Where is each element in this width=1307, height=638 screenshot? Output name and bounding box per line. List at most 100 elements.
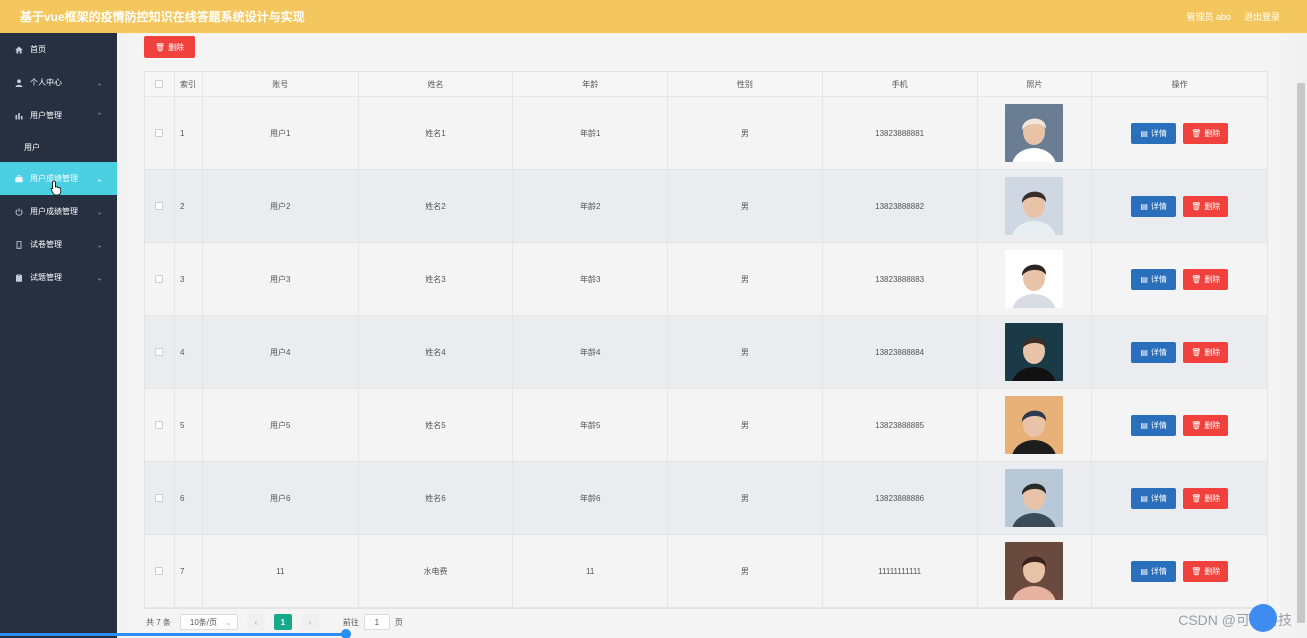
- cell-account: 用户1: [203, 97, 359, 169]
- page-number-current[interactable]: 1: [273, 614, 292, 630]
- column-header-name: 姓名: [359, 72, 514, 96]
- power-icon: [15, 207, 23, 216]
- home-icon: [15, 46, 23, 54]
- cell-phone: 13823888885: [823, 389, 978, 461]
- sidebar-item-user-management[interactable]: 用户管理 ⌃: [0, 99, 117, 132]
- column-header-phone: 手机: [823, 72, 978, 96]
- sidebar-item-label: 用户成绩管理: [30, 207, 78, 216]
- phone-icon: [15, 240, 23, 249]
- detail-button[interactable]: ▤ 详情: [1131, 560, 1177, 582]
- cell-account: 用户2: [203, 170, 359, 242]
- row-checkbox[interactable]: [155, 567, 164, 575]
- cell-account: 11: [203, 535, 359, 607]
- row-checkbox[interactable]: [155, 421, 164, 429]
- cell-name: 姓名2: [359, 170, 514, 242]
- trash-icon: 🗑: [1191, 201, 1202, 211]
- sidebar-item-home[interactable]: 首页: [0, 33, 117, 66]
- row-checkbox[interactable]: [155, 494, 164, 502]
- hand-cursor-icon: [50, 180, 62, 196]
- table-row: 2 用户2 姓名2 年龄2 男 13823888882 ▤ 详情 🗑 删除: [145, 170, 1267, 243]
- trash-icon: 🗑: [1191, 274, 1202, 284]
- sidebar-item-questions[interactable]: 试题管理 ⌄: [0, 261, 117, 294]
- detail-button[interactable]: ▤ 详情: [1131, 268, 1177, 290]
- vertical-scrollbar[interactable]: [1295, 33, 1307, 638]
- user-photo[interactable]: [1005, 250, 1064, 308]
- cell-name: 水电费: [359, 535, 514, 607]
- delete-button[interactable]: 🗑 删除: [1183, 195, 1229, 217]
- cell-index: 3: [175, 243, 203, 315]
- cell-index: 4: [175, 316, 203, 388]
- cell-name: 姓名1: [359, 97, 514, 169]
- delete-button[interactable]: 🗑 删除: [1183, 487, 1229, 509]
- column-header-photo: 照片: [978, 72, 1093, 96]
- cell-account: 用户5: [203, 389, 359, 461]
- chevron-down-icon: ⌄: [96, 207, 103, 216]
- floating-action-button[interactable]: [1249, 604, 1277, 632]
- logout-link[interactable]: 退出登录: [1244, 10, 1280, 23]
- cell-sex: 男: [668, 243, 823, 315]
- delete-button[interactable]: 🗑 删除: [1183, 122, 1229, 144]
- cell-age: 年龄3: [513, 243, 669, 315]
- trash-icon: 🗑: [1191, 347, 1202, 357]
- cell-index: 6: [175, 462, 203, 534]
- trash-icon: 🗑: [1191, 128, 1202, 138]
- user-photo[interactable]: [1005, 323, 1064, 381]
- document-icon: ▤: [1140, 274, 1148, 284]
- cell-phone: 13823888883: [823, 243, 978, 315]
- cell-sex: 男: [668, 462, 823, 534]
- row-checkbox[interactable]: [155, 129, 164, 137]
- cell-name: 姓名6: [359, 462, 514, 534]
- scrollbar-thumb[interactable]: [1297, 83, 1305, 623]
- sidebar-item-profile[interactable]: 个人中心 ⌄: [0, 66, 117, 99]
- select-all-checkbox[interactable]: [155, 80, 164, 88]
- delete-button[interactable]: 🗑 删除: [1183, 560, 1229, 582]
- detail-button[interactable]: ▤ 详情: [1131, 487, 1177, 509]
- sidebar-item-user-scores-2[interactable]: 用户成绩管理 ⌄: [0, 195, 117, 228]
- detail-button[interactable]: ▤ 详情: [1131, 341, 1177, 363]
- sidebar: 首页 个人中心 ⌄ 用户管理 ⌃ 用户 用户成绩管理 ⌄ 用户成绩管理 ⌄ 试卷…: [0, 33, 117, 638]
- detail-button[interactable]: ▤ 详情: [1131, 195, 1177, 217]
- user-photo[interactable]: [1005, 542, 1064, 600]
- prev-page-button[interactable]: ‹: [246, 614, 265, 630]
- sidebar-item-exam-papers[interactable]: 试卷管理 ⌄: [0, 228, 117, 261]
- document-icon: ▤: [1140, 420, 1148, 430]
- delete-button[interactable]: 🗑 删除: [1183, 268, 1229, 290]
- cell-account: 用户6: [203, 462, 359, 534]
- chevron-down-icon: ⌄: [96, 174, 103, 183]
- chevron-down-icon: ⌄: [225, 617, 232, 627]
- clipboard-icon: [15, 273, 23, 282]
- next-page-button[interactable]: ›: [300, 614, 319, 630]
- user-photo[interactable]: [1005, 104, 1064, 162]
- row-checkbox[interactable]: [155, 202, 164, 210]
- cell-index: 7: [175, 535, 203, 607]
- batch-delete-button[interactable]: 🗑 删除: [144, 36, 195, 58]
- page-size-select[interactable]: 10条/页 ⌄: [179, 614, 238, 630]
- user-table: 索引 账号 姓名 年龄 性别 手机 照片 操作 1 用户1 姓名1 年龄1 男 …: [144, 71, 1268, 609]
- user-photo[interactable]: [1005, 469, 1064, 527]
- cell-sex: 男: [668, 535, 823, 607]
- row-checkbox[interactable]: [155, 275, 164, 283]
- detail-button[interactable]: ▤ 详情: [1131, 414, 1177, 436]
- cell-account: 用户3: [203, 243, 359, 315]
- document-icon: ▤: [1140, 566, 1148, 576]
- table-row: 5 用户5 姓名5 年龄5 男 13823888885 ▤ 详情 🗑 删除: [145, 389, 1267, 462]
- trash-icon: 🗑: [1191, 420, 1202, 430]
- user-photo[interactable]: [1005, 396, 1064, 454]
- delete-button[interactable]: 🗑 删除: [1183, 414, 1229, 436]
- cell-index: 1: [175, 97, 203, 169]
- column-header-age: 年龄: [513, 72, 669, 96]
- detail-button[interactable]: ▤ 详情: [1131, 122, 1177, 144]
- admin-user-link[interactable]: 管理员 abo: [1186, 10, 1231, 23]
- progress-handle[interactable]: [341, 629, 351, 638]
- goto-page-input[interactable]: 1: [363, 614, 390, 630]
- cell-account: 用户4: [203, 316, 359, 388]
- user-icon: [15, 78, 23, 87]
- sidebar-item-users[interactable]: 用户: [0, 132, 117, 162]
- user-photo[interactable]: [1005, 177, 1064, 235]
- delete-button[interactable]: 🗑 删除: [1183, 341, 1229, 363]
- pagination: 共 7 条 10条/页 ⌄ ‹ 1 › 前往 1 页: [146, 614, 403, 630]
- row-checkbox[interactable]: [155, 348, 164, 356]
- table-header: 索引 账号 姓名 年龄 性别 手机 照片 操作: [145, 72, 1267, 97]
- table-body: 1 用户1 姓名1 年龄1 男 13823888881 ▤ 详情 🗑 删除 2 …: [145, 97, 1267, 608]
- chevron-down-icon: ⌄: [96, 240, 103, 249]
